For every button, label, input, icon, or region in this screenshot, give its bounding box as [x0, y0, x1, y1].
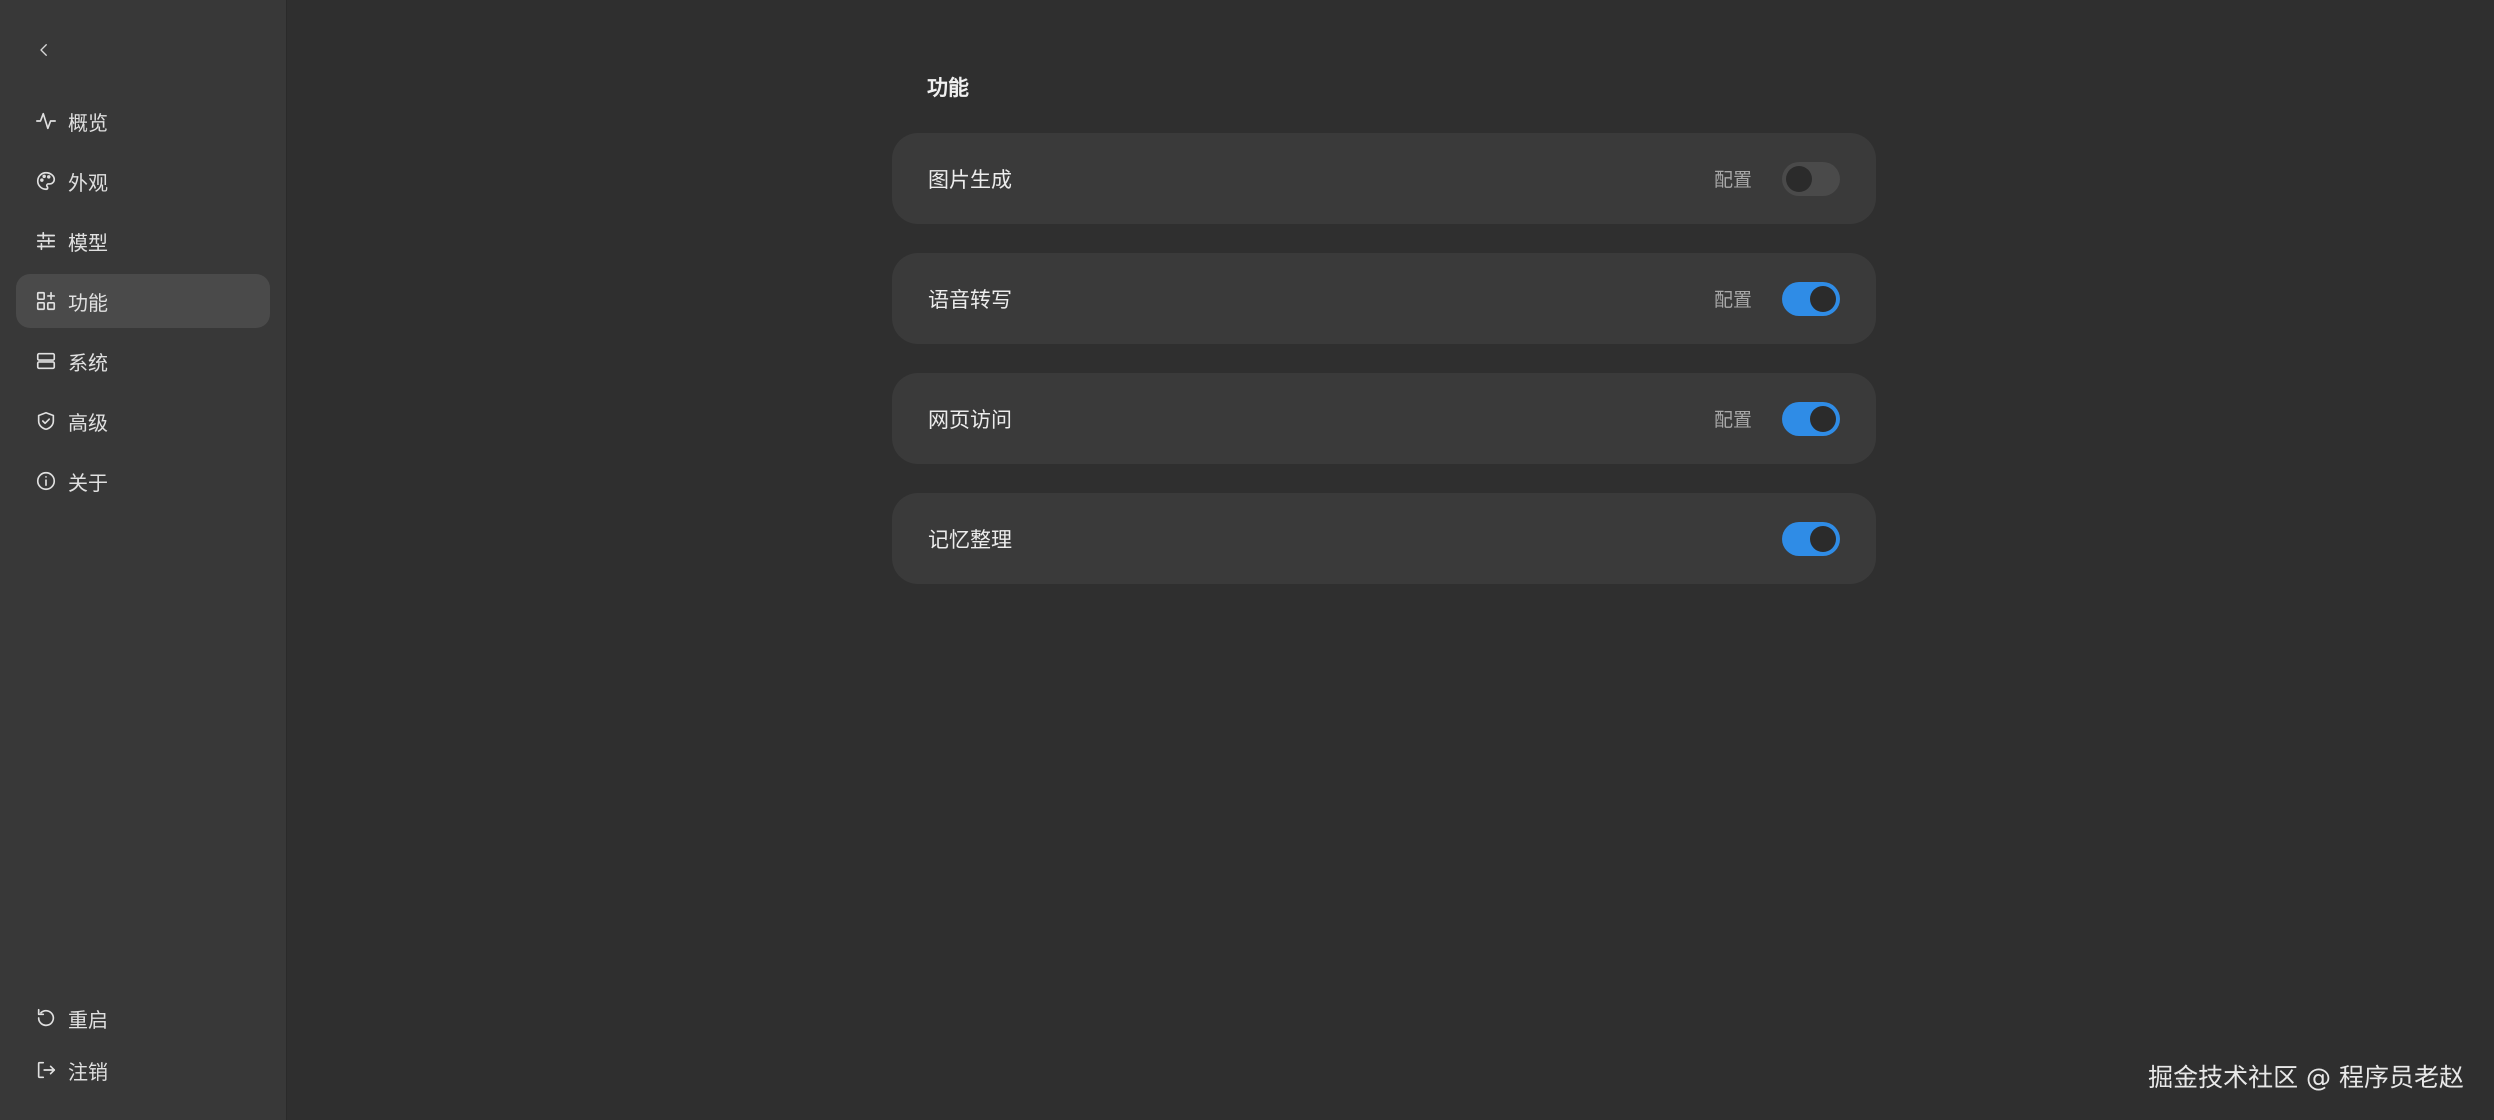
feature-toggle[interactable]: [1782, 161, 1840, 196]
sidebar: 概览 外观 模型 功能 系统 高级 关于 重启 注销: [0, 0, 287, 1120]
sidebar-item-features[interactable]: 功能: [16, 274, 270, 328]
sidebar-item-label: 外观: [68, 170, 108, 195]
toggle-knob: [1810, 285, 1836, 312]
sidebar-item-label: 关于: [68, 470, 108, 495]
feature-card-memory: 记忆整理: [892, 493, 1876, 584]
feature-card-web-access: 网页访问 配置: [892, 373, 1876, 464]
feature-card-image-generation: 图片生成 配置: [892, 133, 1876, 224]
sidebar-item-label: 概览: [68, 110, 108, 135]
feature-label: 记忆整理: [928, 527, 1012, 552]
feature-label: 语音转写: [928, 287, 1012, 312]
feature-label: 网页访问: [928, 407, 1012, 432]
restart-button[interactable]: 重启: [16, 992, 270, 1044]
sidebar-item-advanced[interactable]: 高级: [16, 394, 270, 448]
feature-controls: [1782, 521, 1840, 556]
sidebar-item-label: 模型: [68, 230, 108, 255]
logout-button[interactable]: 注销: [16, 1044, 270, 1096]
sidebar-item-models[interactable]: 模型: [16, 214, 270, 268]
sidebar-item-label: 功能: [68, 290, 108, 315]
feature-toggle[interactable]: [1782, 281, 1840, 316]
sidebar-item-label: 系统: [68, 350, 108, 375]
toggle-knob: [1786, 165, 1812, 192]
page-title: 功能: [927, 76, 969, 100]
sidebar-item-about[interactable]: 关于: [16, 454, 270, 508]
sidebar-nav: 概览 外观 模型 功能 系统 高级 关于: [16, 94, 270, 514]
sidebar-item-label: 高级: [68, 410, 108, 435]
sidebar-item-appearance[interactable]: 外观: [16, 154, 270, 208]
settings-window: 概览 外观 模型 功能 系统 高级 关于 重启 注销 功能 图片生成 配置 语音…: [0, 0, 2494, 1120]
logout-icon: [34, 1058, 58, 1082]
feature-controls: 配置: [1714, 161, 1840, 196]
palette-icon: [34, 169, 58, 193]
toggle-knob: [1810, 405, 1836, 432]
sidebar-item-overview[interactable]: 概览: [16, 94, 270, 148]
chevron-left-icon: [40, 44, 47, 56]
config-link[interactable]: 配置: [1714, 285, 1752, 312]
sidebar-item-system[interactable]: 系统: [16, 334, 270, 388]
feature-toggle[interactable]: [1782, 521, 1840, 556]
feature-card-speech-transcription: 语音转写 配置: [892, 253, 1876, 344]
logout-label: 注销: [68, 1059, 108, 1084]
info-icon: [34, 469, 58, 493]
restart-icon: [34, 1006, 58, 1030]
sliders-icon: [34, 229, 58, 253]
shield-check-icon: [34, 409, 58, 433]
watermark: 掘金技术社区 @ 程序员老赵: [2148, 1063, 2464, 1092]
restart-label: 重启: [68, 1007, 108, 1032]
main-panel: 功能 图片生成 配置 语音转写 配置 网页访问 配置 记忆整理 掘金技术社区 @…: [287, 0, 2494, 1120]
feature-controls: 配置: [1714, 281, 1840, 316]
server-icon: [34, 349, 58, 373]
feature-toggle[interactable]: [1782, 401, 1840, 436]
toggle-knob: [1810, 525, 1836, 552]
feature-controls: 配置: [1714, 401, 1840, 436]
config-link[interactable]: 配置: [1714, 405, 1752, 432]
feature-label: 图片生成: [928, 167, 1012, 192]
sidebar-bottom: 重启 注销: [16, 992, 270, 1096]
grid-plus-icon: [34, 289, 58, 313]
activity-icon: [34, 109, 58, 133]
back-button[interactable]: [30, 36, 58, 64]
feature-list: 图片生成 配置 语音转写 配置 网页访问 配置 记忆整理: [892, 133, 1876, 613]
config-link[interactable]: 配置: [1714, 165, 1752, 192]
